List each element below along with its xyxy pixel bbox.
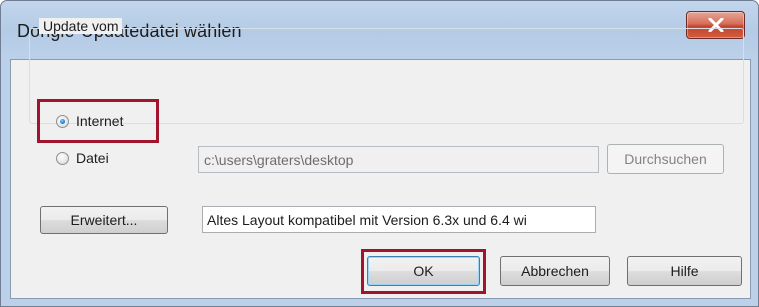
radio-datei[interactable] — [56, 151, 69, 165]
radio-internet[interactable] — [56, 114, 69, 128]
radio-datei-row[interactable]: Datei — [56, 150, 109, 166]
radio-internet-row[interactable]: Internet — [56, 113, 123, 129]
browse-button[interactable]: Durchsuchen — [607, 144, 724, 174]
layout-info-field: Altes Layout kompatibel mit Version 6.3x… — [202, 206, 596, 233]
file-path-field: c:\users\graters\desktop — [198, 146, 599, 173]
radio-datei-label: Datei — [76, 150, 109, 166]
cancel-button[interactable]: Abbrechen — [500, 256, 610, 286]
help-button[interactable]: Hilfe — [627, 256, 742, 286]
advanced-button[interactable]: Erweitert... — [40, 206, 168, 234]
group-label-update-vom: Update vom — [39, 18, 123, 34]
ok-button[interactable]: OK — [367, 256, 480, 286]
radio-internet-label: Internet — [76, 113, 124, 129]
